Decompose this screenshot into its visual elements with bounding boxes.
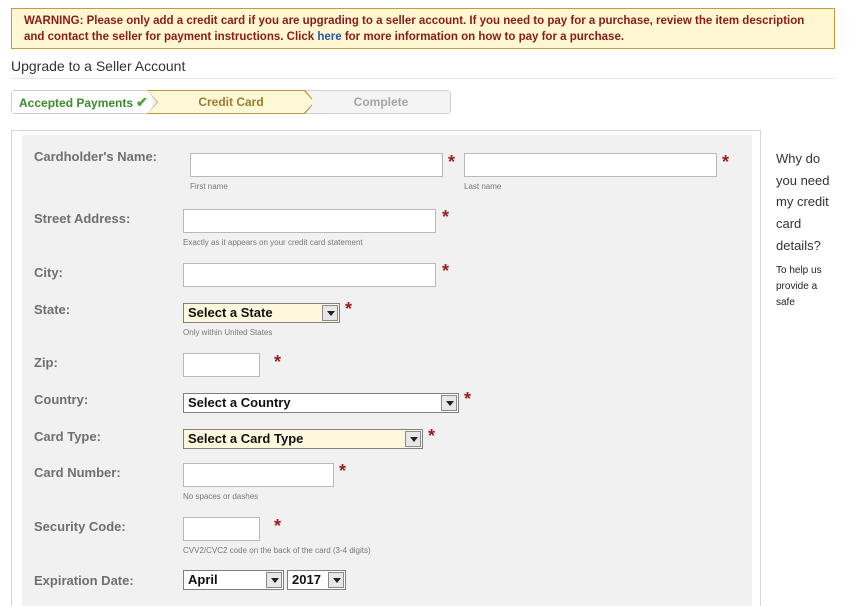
security-code-label: Security Code: [34,519,126,534]
required-marker: * [442,207,450,227]
expiration-label: Expiration Date: [34,573,134,588]
state-label: State: [34,302,71,317]
last-name-input[interactable] [464,153,717,177]
country-select-value: Select a Country [188,395,291,410]
checkmark-icon: ✔ [136,94,148,110]
exp-year-select[interactable]: 2017 [287,570,346,590]
street-label: Street Address: [34,211,131,226]
card-type-label: Card Type: [34,429,101,444]
card-number-label: Card Number: [34,465,121,480]
help-question: Why do you need my credit card details? [776,151,830,253]
first-name-hint: First name [190,182,228,191]
form-panel: Cardholder's Name: * First name * Last n… [22,135,752,606]
chevron-down-icon [322,305,338,321]
step-credit-card: Credit Card [148,91,314,113]
city-input[interactable] [183,263,436,287]
zip-label: Zip: [34,355,58,370]
zip-input[interactable] [183,353,260,377]
warning-banner: WARNING: Please only add a credit card i… [11,8,835,49]
warning-text-end: for more information on how to pay for a… [341,31,625,43]
exp-month-value: April [188,572,218,587]
card-type-select[interactable]: Select a Card Type [183,429,423,449]
chevron-down-icon [328,572,344,588]
step-label: Accepted Payments [19,96,134,110]
last-name-hint: Last name [464,182,502,191]
country-select[interactable]: Select a Country [183,393,459,413]
credit-card-form: Cardholder's Name: * First name * Last n… [11,130,761,606]
step-complete: Complete [312,91,450,113]
required-marker: * [464,389,472,409]
divider [11,78,835,79]
state-hint: Only within United States [183,328,273,337]
required-marker: * [428,426,436,446]
chevron-down-icon [266,572,282,588]
sidebar-help: Why do you need my credit card details? … [776,148,836,311]
street-hint: Exactly as it appears on your credit car… [183,238,363,247]
security-code-input[interactable] [183,517,260,541]
page-title: Upgrade to a Seller Account [11,58,186,74]
step-accepted-payments[interactable]: Accepted Payments ✔ [12,91,152,113]
first-name-input[interactable] [190,153,443,177]
page: WARNING: Please only add a credit card i… [0,0,850,606]
progress-steps: Accepted Payments ✔ Credit Card Complete [11,90,451,114]
card-number-input[interactable] [183,463,334,487]
required-marker: * [339,461,347,481]
chevron-down-icon [405,431,421,447]
cardholder-label: Cardholder's Name: [34,149,158,164]
required-marker: * [274,352,282,372]
chevron-down-icon [441,395,457,411]
required-marker: * [722,152,730,172]
exp-month-select[interactable]: April [183,570,284,590]
card-number-hint: No spaces or dashes [183,492,259,501]
exp-year-value: 2017 [292,572,321,587]
city-label: City: [34,265,63,280]
warning-here-link[interactable]: here [317,31,341,43]
required-marker: * [345,299,353,319]
street-address-input[interactable] [183,209,436,233]
country-label: Country: [34,392,89,407]
required-marker: * [274,516,282,536]
card-type-select-value: Select a Card Type [188,431,304,446]
help-answer: To help us provide a safe [776,264,822,308]
state-select-value: Select a State [188,305,273,320]
state-select[interactable]: Select a State [183,303,340,323]
required-marker: * [442,261,450,281]
required-marker: * [448,152,456,172]
security-code-hint: CVV2/CVC2 code on the back of the card (… [183,546,371,555]
